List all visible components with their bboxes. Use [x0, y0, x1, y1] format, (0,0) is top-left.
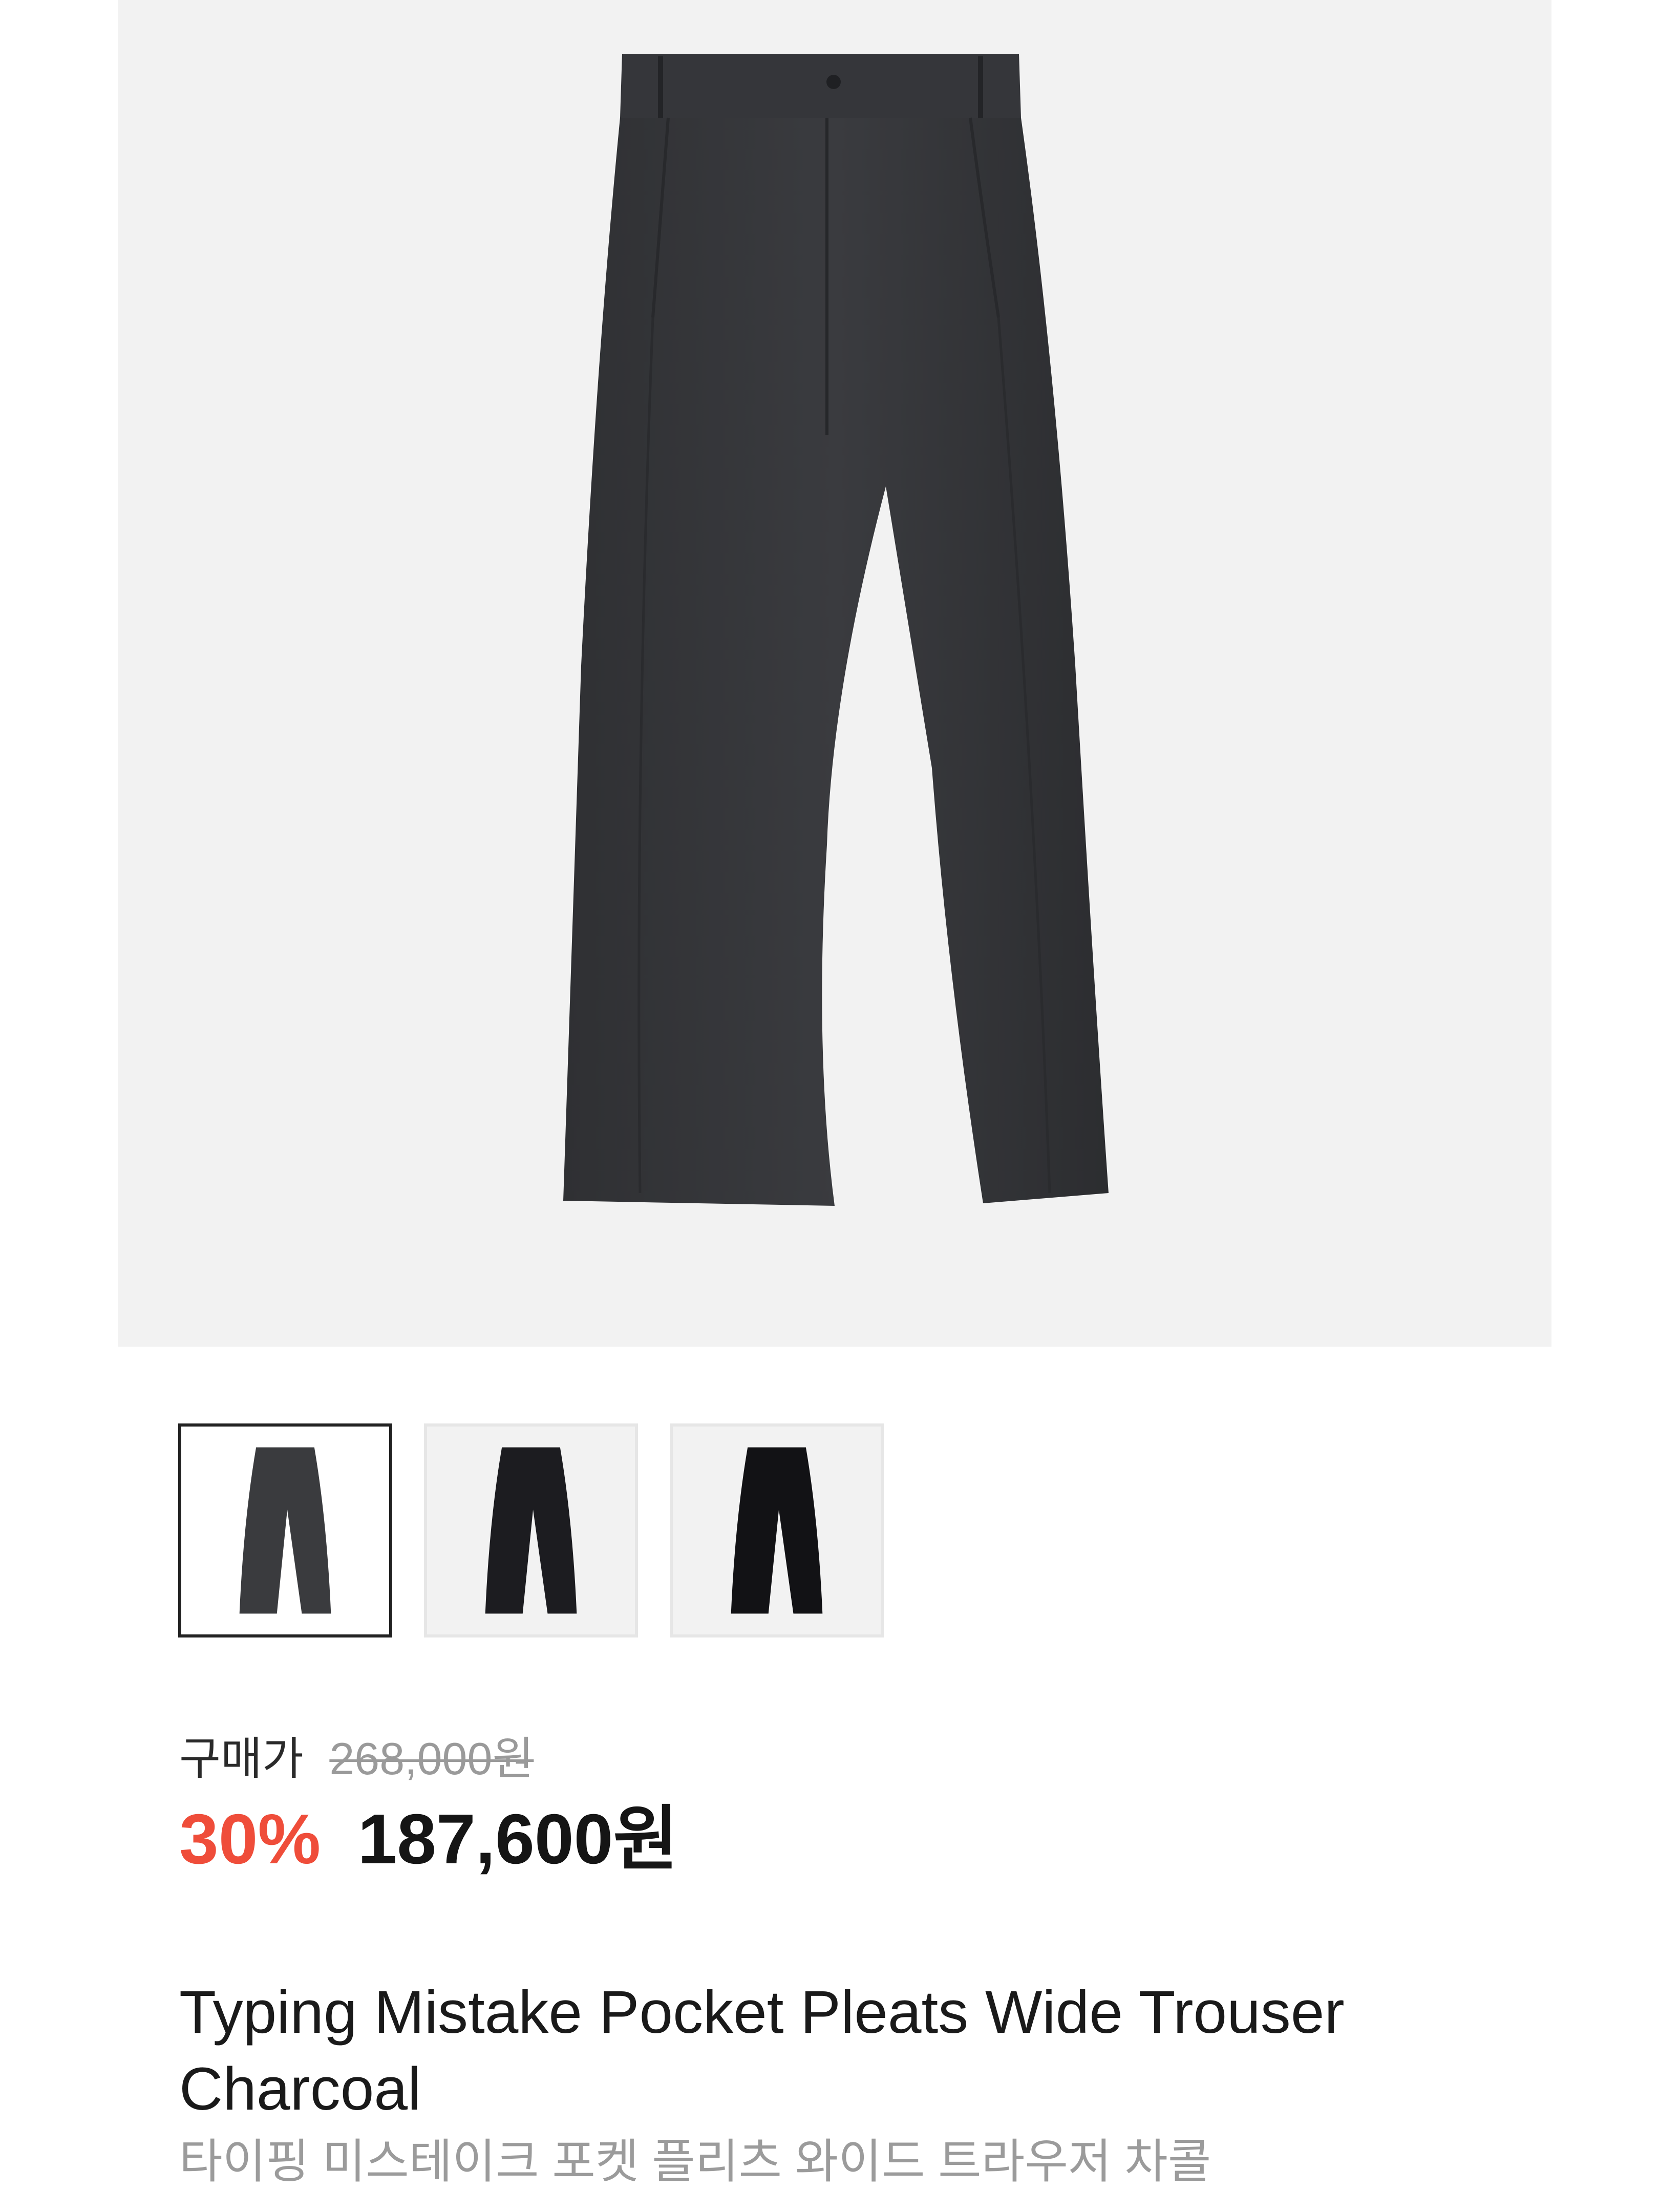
trousers-thumbnail-icon: [239, 1447, 331, 1614]
price-label-row: 구매가 268,000원: [179, 1731, 534, 1787]
trousers-image: [563, 54, 1109, 1206]
sale-price: 187,600원: [357, 1800, 678, 1879]
trousers-thumbnail-icon: [485, 1447, 577, 1614]
thumbnail-charcoal[interactable]: [178, 1423, 392, 1637]
original-price: 268,000원: [329, 1733, 534, 1784]
product-title-korean: 타이핑 미스테이크 포켓 플리츠 와이드 트라우저 차콜: [179, 2136, 1211, 2188]
product-title-english: Typing Mistake Pocket Pleats Wide Trouse…: [179, 1979, 1345, 2123]
trousers-thumbnail-icon: [731, 1447, 823, 1614]
thumbnail-gallery: [178, 1423, 884, 1637]
purchase-price-label: 구매가: [179, 1733, 304, 1784]
discount-rate: 30%: [179, 1800, 321, 1879]
sale-price-row: 30% 187,600원: [179, 1798, 678, 1880]
main-product-image[interactable]: [118, 0, 1551, 1347]
thumbnail-black-1[interactable]: [424, 1423, 638, 1637]
thumbnail-black-2[interactable]: [670, 1423, 884, 1637]
